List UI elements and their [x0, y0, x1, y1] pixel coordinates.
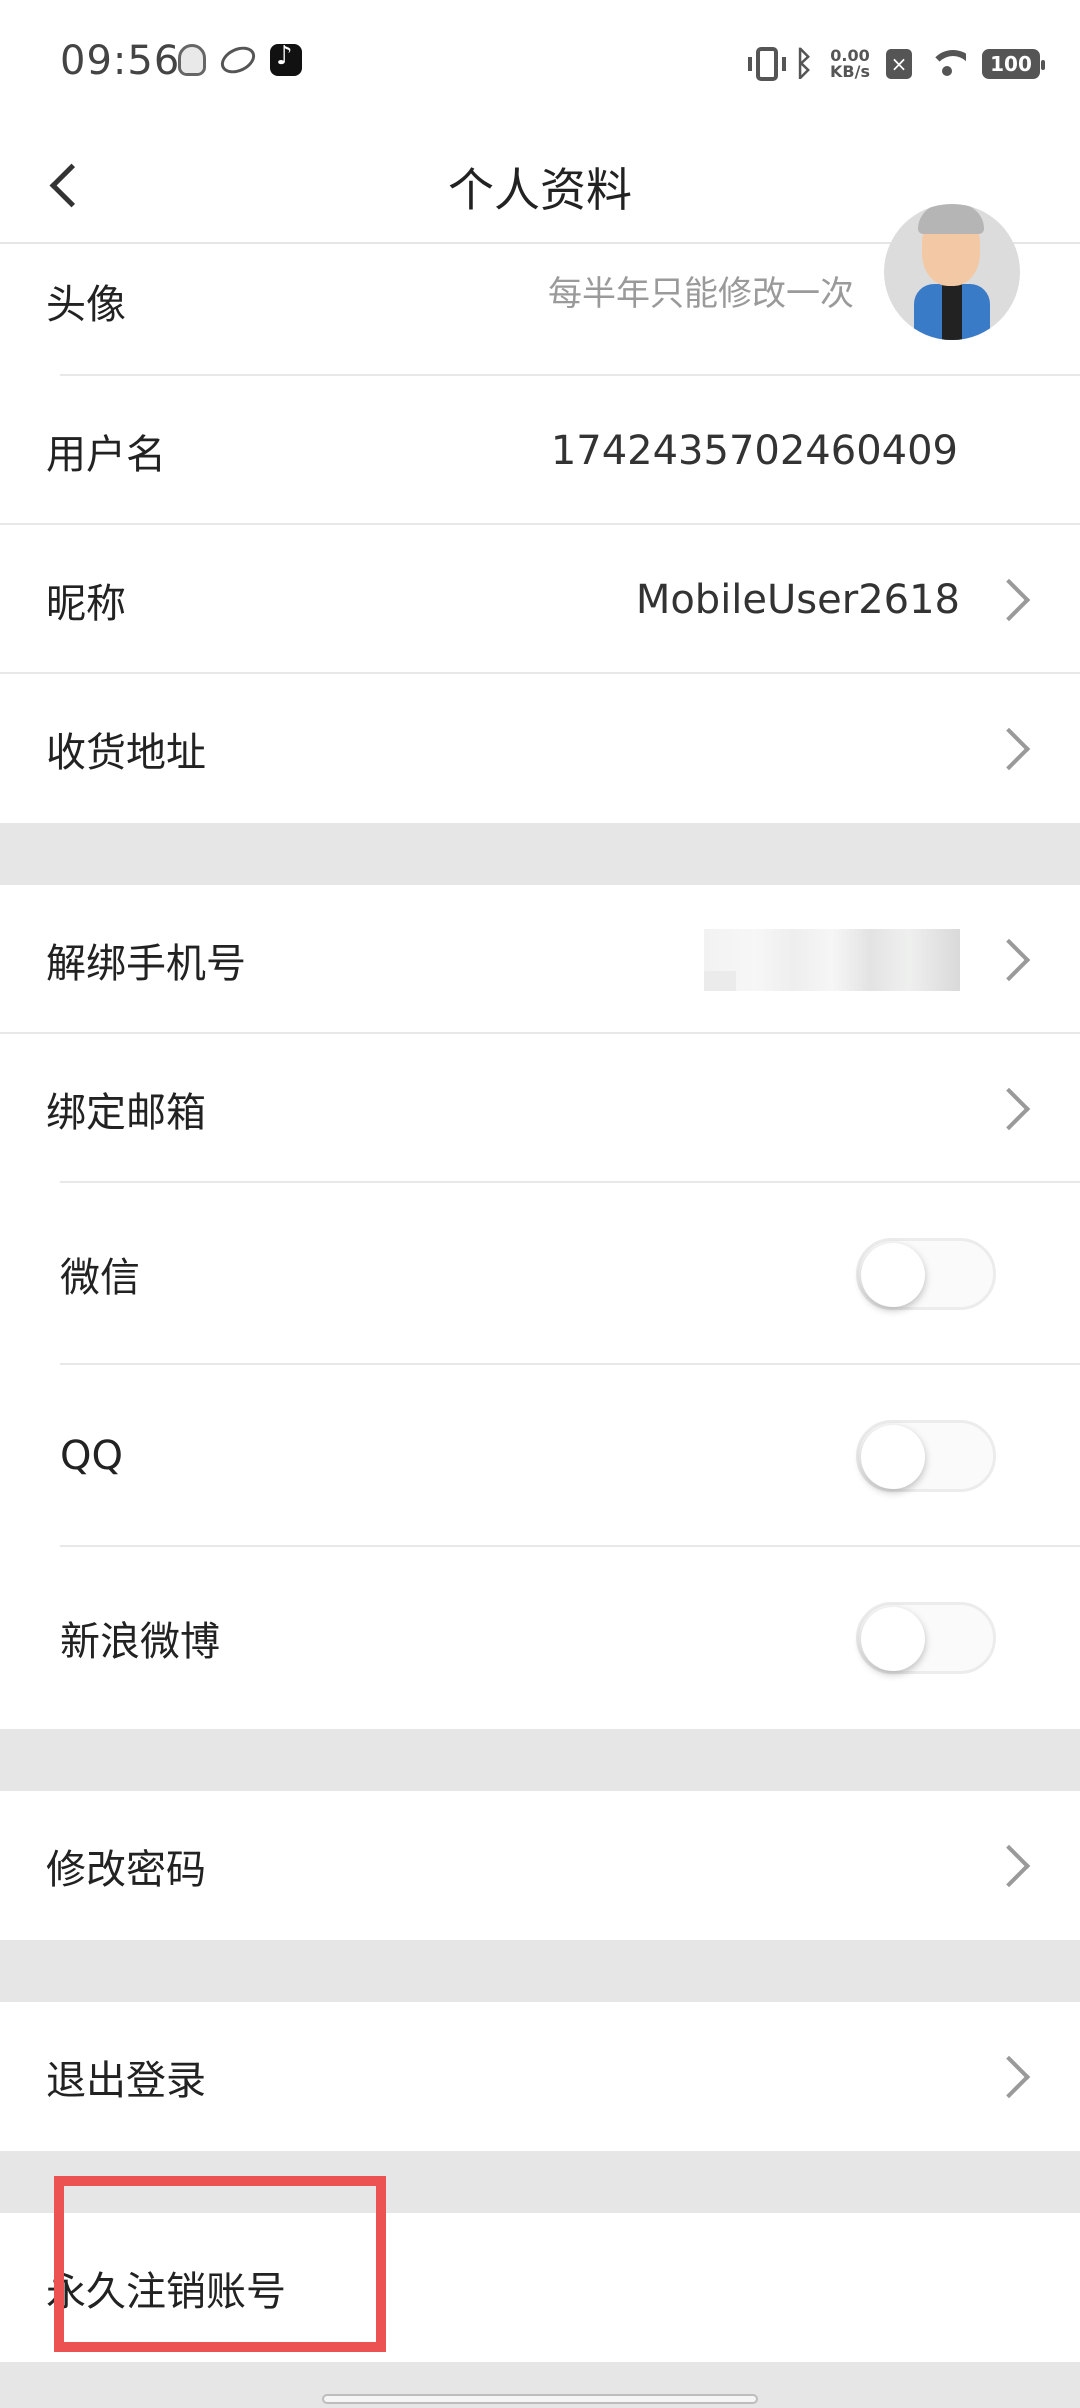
vibrate-icon [747, 47, 786, 81]
username-label: 用户名 [46, 431, 166, 478]
masked-phone-number [704, 929, 960, 991]
avatar-label: 头像 [46, 282, 126, 328]
username-value: 1742435702460409 [550, 427, 958, 474]
nickname-label: 昵称 [46, 580, 126, 627]
status-bar: 09:56 ᛒ 0.00 KB/s × 100 [0, 0, 1080, 130]
profile-list: 头像 每半年只能修改一次 用户名 1742435702460409 昵称 Mob… [0, 204, 1080, 2408]
home-indicator[interactable] [322, 2394, 758, 2404]
qq-icon [178, 44, 206, 76]
nickname-row[interactable]: 昵称 MobileUser2618 [0, 525, 1080, 674]
wechat-toggle[interactable] [856, 1238, 996, 1310]
status-time: 09:56 [60, 38, 181, 84]
qq-label: QQ [60, 1433, 123, 1479]
chevron-right-icon [987, 1087, 1031, 1130]
bind-email-row[interactable]: 绑定邮箱 [0, 1034, 1080, 1183]
toggle-knob [861, 1425, 925, 1489]
chevron-right-icon [987, 1844, 1031, 1887]
change-password-label: 修改密码 [46, 1846, 206, 1893]
x-icon: × [886, 49, 912, 79]
tiktok-icon [270, 41, 302, 76]
avatar-hint: 每半年只能修改一次 [548, 274, 854, 314]
avatar-hair [918, 204, 984, 234]
section-gap [0, 823, 1080, 885]
page-title: 个人资料 [448, 163, 632, 217]
weibo-row: 新浪微博 [0, 1547, 1080, 1729]
change-password-row[interactable]: 修改密码 [0, 1791, 1080, 1940]
network-speed: 0.00 KB/s [830, 48, 870, 80]
battery-icon: 100 [982, 49, 1045, 79]
nickname-value: MobileUser2618 [635, 576, 960, 623]
avatar-row[interactable]: 头像 每半年只能修改一次 [0, 204, 1080, 376]
logout-label: 退出登录 [46, 2057, 206, 2104]
system-icons: ᛒ 0.00 KB/s × 100 [747, 44, 1045, 84]
avatar[interactable] [884, 204, 1020, 340]
section-gap [0, 1940, 1080, 2002]
qq-row: QQ [0, 1365, 1080, 1547]
network-speed-unit: KB/s [830, 62, 870, 81]
address-label: 收货地址 [46, 729, 206, 776]
logout-row[interactable]: 退出登录 [0, 2002, 1080, 2151]
loop-icon [216, 41, 260, 79]
chevron-right-icon [987, 2055, 1031, 2098]
toggle-knob [861, 1607, 925, 1671]
wechat-row: 微信 [0, 1183, 1080, 1365]
unbind-phone-row[interactable]: 解绑手机号 [0, 885, 1080, 1034]
address-row[interactable]: 收货地址 [0, 674, 1080, 823]
weibo-label: 新浪微博 [60, 1619, 220, 1665]
bind-email-label: 绑定邮箱 [46, 1089, 206, 1136]
toggle-knob [861, 1243, 925, 1307]
qq-toggle[interactable] [856, 1420, 996, 1492]
unbind-phone-label: 解绑手机号 [46, 940, 246, 987]
highlight-box [54, 2176, 386, 2352]
wifi-icon [928, 50, 966, 78]
username-row: 用户名 1742435702460409 [0, 376, 1080, 525]
weibo-toggle[interactable] [856, 1602, 996, 1674]
chevron-right-icon [987, 727, 1031, 770]
chevron-right-icon [987, 578, 1031, 621]
wechat-label: 微信 [60, 1255, 140, 1301]
bluetooth-icon: ᛒ [793, 44, 815, 84]
section-gap [0, 1729, 1080, 1791]
notification-icons [178, 41, 302, 79]
chevron-right-icon [987, 938, 1031, 981]
avatar-shirt [914, 284, 990, 340]
